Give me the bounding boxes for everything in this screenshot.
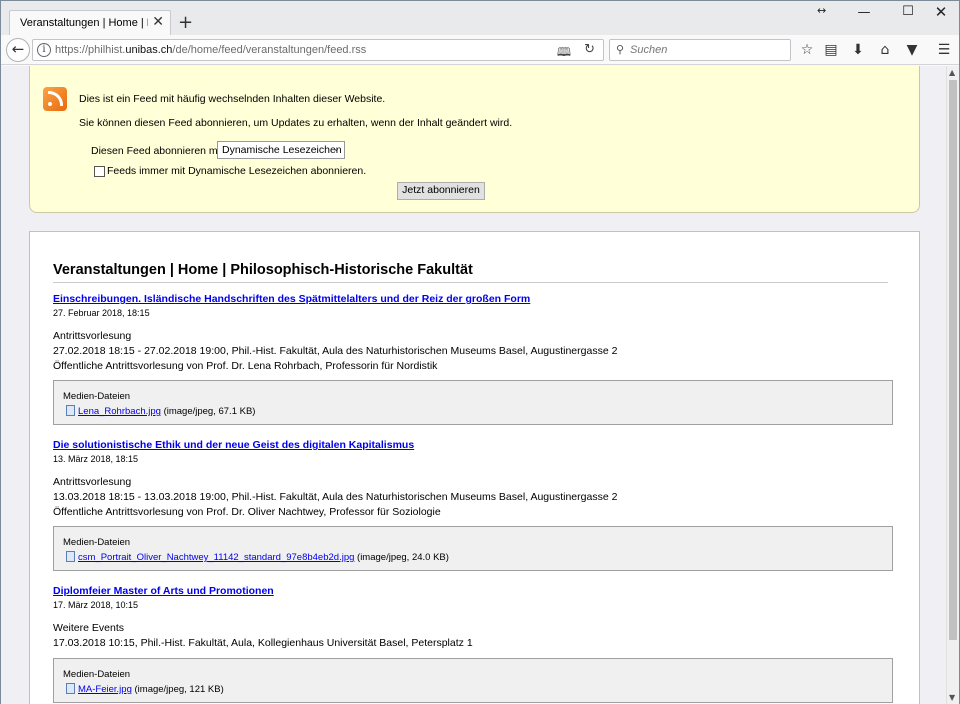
resize-arrows-icon: ↔ bbox=[817, 4, 827, 17]
url-domain: unibas.ch bbox=[125, 44, 173, 56]
media-files-label: Medien-Dateien bbox=[63, 537, 131, 548]
menu-icon[interactable]: ☰ bbox=[935, 42, 953, 60]
media-files-label: Medien-Dateien bbox=[63, 669, 131, 680]
always-use-checkbox[interactable] bbox=[94, 166, 105, 177]
tab-title: Veranstaltungen | Home | Phil... bbox=[20, 17, 148, 29]
entry-date: 27. Februar 2018, 18:15 bbox=[53, 308, 150, 318]
minimize-icon[interactable]: — bbox=[849, 5, 879, 27]
reading-list-icon[interactable]: ▤ bbox=[822, 42, 840, 60]
image-file-icon bbox=[66, 405, 75, 416]
reader-view-icon[interactable]: 🕮 bbox=[557, 43, 571, 64]
new-tab-button[interactable]: + bbox=[178, 14, 193, 32]
subscribe-now-button[interactable]: Jetzt abonnieren bbox=[397, 182, 485, 200]
entry-category: Weitere Events bbox=[53, 622, 125, 634]
close-tab-icon[interactable]: ✕ bbox=[152, 14, 164, 30]
media-files-box: Medien-Dateien Lena_Rohrbach.jpg (image/… bbox=[53, 380, 893, 425]
rss-feed-icon bbox=[43, 87, 67, 111]
maximize-icon[interactable]: ☐ bbox=[893, 4, 923, 26]
media-file-info: (image/jpeg, 67.1 KB) bbox=[163, 406, 256, 417]
feed-body: Veranstaltungen | Home | Philosophisch-H… bbox=[29, 231, 920, 704]
feed-subscribe-info-text: Sie können diesen Feed abonnieren, um Up… bbox=[79, 117, 513, 129]
media-file-info: (image/jpeg, 121 KB) bbox=[134, 684, 224, 695]
download-icon[interactable]: ⬇ bbox=[849, 42, 867, 60]
media-file: Lena_Rohrbach.jpg (image/jpeg, 67.1 KB) bbox=[66, 405, 255, 417]
media-file: MA-Feier.jpg (image/jpeg, 121 KB) bbox=[66, 683, 224, 695]
feed-reader-select[interactable]: Dynamische Lesezeichen ⌄ bbox=[217, 141, 345, 159]
feed-info-text: Dies ist ein Feed mit häufig wechselnden… bbox=[79, 93, 386, 105]
titlebar: Veranstaltungen | Home | Phil... ✕ + ↔ —… bbox=[1, 1, 959, 36]
media-file: csm_Portrait_Oliver_Nachtwey_11142_stand… bbox=[66, 551, 449, 563]
entry-date: 17. März 2018, 10:15 bbox=[53, 600, 139, 610]
feed-title: Veranstaltungen | Home | Philosophisch-H… bbox=[53, 262, 888, 283]
subscribe-box: Dies ist ein Feed mit häufig wechselnden… bbox=[29, 66, 920, 213]
url-prefix: https://philhist. bbox=[55, 44, 126, 56]
entry-title-link[interactable]: Die solutionistische Ethik und der neue … bbox=[53, 439, 893, 451]
image-file-icon bbox=[66, 683, 75, 694]
entry-description: Weitere Events 17.03.2018 10:15, Phil.-H… bbox=[53, 621, 893, 651]
home-icon[interactable]: ⌂ bbox=[876, 42, 894, 60]
pocket-icon[interactable]: ▼ bbox=[903, 42, 921, 60]
reload-icon[interactable]: ↻ bbox=[584, 42, 595, 57]
feed-entry: Die solutionistische Ethik und der neue … bbox=[53, 439, 893, 464]
media-file-link[interactable]: MA-Feier.jpg bbox=[78, 684, 132, 695]
media-files-box: Medien-Dateien csm_Portrait_Oliver_Nacht… bbox=[53, 526, 893, 571]
feed-entry: Einschreibungen. Isländische Handschrift… bbox=[53, 293, 893, 318]
search-icon: ⚲ bbox=[616, 43, 625, 56]
entry-details: 13.03.2018 18:15 - 13.03.2018 19:00, Phi… bbox=[53, 491, 618, 503]
entry-category: Antrittsvorlesung bbox=[53, 476, 132, 488]
entry-title-link[interactable]: Diplomfeier Master of Arts und Promotion… bbox=[53, 585, 893, 597]
feed-reader-selected: Dynamische Lesezeichen bbox=[222, 144, 342, 156]
search-bar[interactable]: ⚲ bbox=[609, 39, 791, 61]
scroll-down-icon[interactable]: ▼ bbox=[949, 693, 955, 702]
back-arrow-icon: ← bbox=[11, 40, 25, 58]
url-path: /de/home/feed/veranstaltungen/feed.rss bbox=[172, 44, 367, 56]
info-icon[interactable]: i bbox=[37, 43, 51, 57]
entry-category: Antrittsvorlesung bbox=[53, 330, 132, 342]
back-button[interactable]: ← bbox=[6, 38, 30, 62]
scroll-up-icon[interactable]: ▲ bbox=[949, 68, 955, 77]
navigation-toolbar: ← i https://philhist.unibas.ch/de/home/f… bbox=[1, 35, 959, 65]
chevron-down-icon: ⌄ bbox=[332, 143, 340, 153]
subscribe-with-label: Diesen Feed abonnieren mit bbox=[91, 145, 223, 157]
image-file-icon bbox=[66, 551, 75, 562]
always-use-label[interactable]: Feeds immer mit Dynamische Lesezeichen a… bbox=[107, 165, 366, 177]
entry-title-link[interactable]: Einschreibungen. Isländische Handschrift… bbox=[53, 293, 893, 305]
vertical-scrollbar[interactable]: ▲ ▼ bbox=[946, 66, 959, 704]
scrollbar-thumb[interactable] bbox=[949, 80, 957, 640]
entry-summary: Öffentliche Antrittsvorlesung von Prof. … bbox=[53, 506, 441, 518]
entry-summary: Öffentliche Antrittsvorlesung von Prof. … bbox=[53, 360, 438, 372]
media-file-info: (image/jpeg, 24.0 KB) bbox=[357, 552, 449, 563]
media-file-link[interactable]: csm_Portrait_Oliver_Nachtwey_11142_stand… bbox=[78, 552, 354, 563]
url-bar[interactable]: i https://philhist.unibas.ch/de/home/fee… bbox=[32, 39, 604, 61]
entry-description: Antrittsvorlesung 13.03.2018 18:15 - 13.… bbox=[53, 475, 893, 520]
bookmark-star-icon[interactable]: ☆ bbox=[798, 42, 816, 60]
entry-date: 13. März 2018, 18:15 bbox=[53, 454, 139, 464]
feed-entry: Diplomfeier Master of Arts und Promotion… bbox=[53, 585, 893, 610]
page-content: Dies ist ein Feed mit häufig wechselnden… bbox=[1, 66, 946, 704]
media-files-box: Medien-Dateien MA-Feier.jpg (image/jpeg,… bbox=[53, 658, 893, 703]
entry-details: 27.02.2018 18:15 - 27.02.2018 19:00, Phi… bbox=[53, 345, 618, 357]
close-window-icon[interactable]: ✕ bbox=[926, 3, 956, 25]
url-text[interactable]: https://philhist.unibas.ch/de/home/feed/… bbox=[55, 44, 366, 56]
browser-window: Veranstaltungen | Home | Phil... ✕ + ↔ —… bbox=[0, 0, 960, 704]
entry-description: Antrittsvorlesung 27.02.2018 18:15 - 27.… bbox=[53, 329, 893, 374]
entry-details: 17.03.2018 10:15, Phil.-Hist. Fakultät, … bbox=[53, 637, 473, 649]
media-file-link[interactable]: Lena_Rohrbach.jpg bbox=[78, 406, 161, 417]
search-input[interactable] bbox=[630, 42, 786, 58]
media-files-label: Medien-Dateien bbox=[63, 391, 131, 402]
tab-active[interactable]: Veranstaltungen | Home | Phil... ✕ bbox=[9, 10, 171, 36]
